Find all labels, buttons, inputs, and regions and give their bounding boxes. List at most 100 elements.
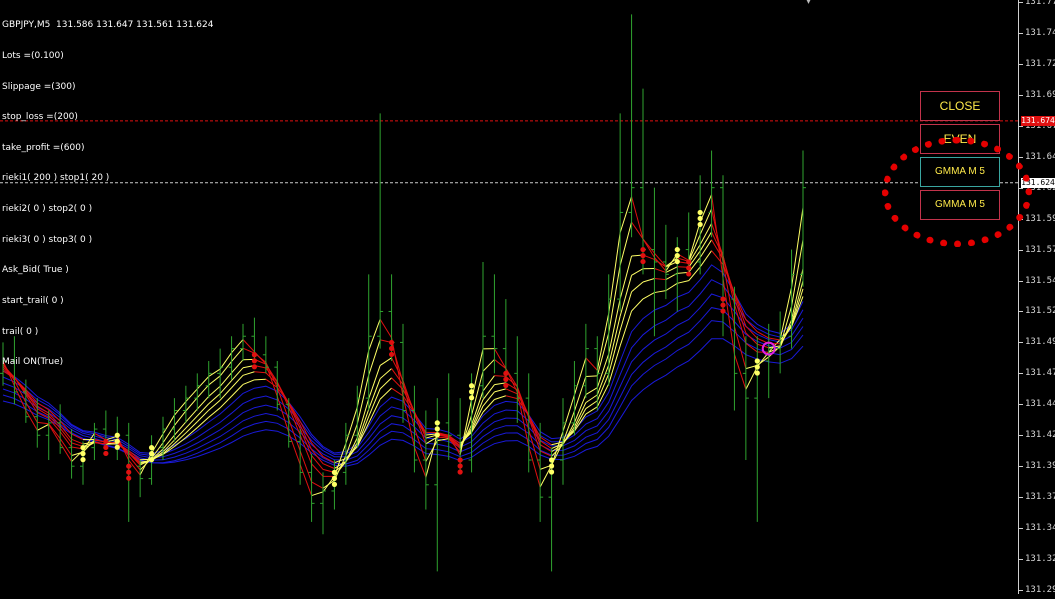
price-tick-mark: [1019, 2, 1023, 3]
price-tick-label: 131.370: [1025, 492, 1055, 502]
gmma-short-segment: [414, 447, 425, 477]
signal-dot: [675, 253, 680, 258]
price-tick-mark: [1019, 126, 1023, 127]
price-tick-label: 131.570: [1025, 245, 1055, 255]
price-tick-mark: [1019, 157, 1023, 158]
gmma-short-segment: [609, 299, 620, 354]
price-tick-label: 131.395: [1025, 461, 1055, 471]
gmma-short-segment: [632, 269, 643, 276]
gmma-short-segment: [243, 348, 254, 353]
gmma-short-segment: [586, 388, 597, 395]
signal-dot: [686, 265, 691, 270]
gmma-short-segment: [37, 422, 48, 423]
gmma-short-segment: [49, 424, 60, 443]
gmma-short-segment: [632, 222, 643, 239]
gmma-short-segment: [380, 388, 391, 399]
gmma-short-segment: [26, 411, 37, 431]
price-tick-mark: [1019, 342, 1023, 343]
price-tick-mark: [1019, 466, 1023, 467]
signal-dot: [458, 469, 463, 474]
info-take-profit: take_profit =(600): [2, 143, 213, 153]
gmma-short-segment: [312, 456, 323, 470]
pin-icon[interactable]: ▾: [806, 0, 811, 7]
price-tick-label: 131.445: [1025, 399, 1055, 409]
signal-dot: [720, 308, 725, 313]
price-tick-label: 131.645: [1025, 152, 1055, 162]
signal-dot: [549, 463, 554, 468]
signal-dot: [469, 395, 474, 400]
price-tick-mark: [1019, 188, 1023, 189]
price-tick-label: 131.720: [1025, 59, 1055, 69]
gmma-short-segment: [300, 464, 311, 495]
signal-dot: [686, 259, 691, 264]
info-stop-loss: stop_loss =(200): [2, 112, 213, 122]
gmma-short-segment: [163, 425, 174, 442]
gmma-short-segment: [220, 373, 231, 386]
gmma-short-segment: [700, 251, 711, 267]
gmma-short-segment: [483, 385, 494, 400]
gmma-short-segment: [403, 389, 414, 411]
gmma-short-segment: [323, 457, 334, 463]
gmma-short-segment: [243, 340, 254, 352]
info-ask-bid: Ask_Bid( True ): [2, 265, 213, 275]
info-lots: Lots =(0.100): [2, 51, 213, 61]
signal-dot: [252, 352, 257, 357]
price-tick-mark: [1019, 64, 1023, 65]
price-tick-mark: [1019, 33, 1023, 34]
gmma-short-segment: [37, 403, 48, 410]
price-tick-label: 131.745: [1025, 28, 1055, 38]
gmma-short-segment: [632, 299, 643, 311]
signal-dot: [103, 439, 108, 444]
gmma-short-segment: [380, 319, 391, 338]
gmma-sell-button[interactable]: GMMA M 5: [920, 190, 1000, 220]
info-rieki2: rieki2( 0 ) stop2( 0 ): [2, 204, 213, 214]
gmma-short-segment: [746, 367, 757, 390]
signal-dot: [103, 445, 108, 450]
signal-dot: [755, 364, 760, 369]
even-button[interactable]: EVEN: [920, 124, 1000, 154]
gmma-short-segment: [632, 197, 643, 239]
gmma-short-segment: [494, 376, 505, 377]
symbol-header: GBPJPY,M5 131.586 131.647 131.561 131.62…: [2, 20, 213, 30]
signal-dot: [698, 210, 703, 215]
gmma-short-segment: [586, 358, 597, 370]
close-button[interactable]: CLOSE: [920, 91, 1000, 121]
gmma-buy-button[interactable]: GMMA M 5: [920, 157, 1000, 187]
signal-dot: [435, 426, 440, 431]
gmma-short-segment: [483, 359, 494, 371]
signal-dot: [80, 451, 85, 456]
gmma-short-segment: [186, 409, 197, 422]
gmma-short-segment: [746, 333, 757, 344]
gmma-short-segment: [346, 407, 357, 443]
price-tick-label: 131.695: [1025, 90, 1055, 100]
signal-dot: [252, 364, 257, 369]
gmma-short-segment: [197, 404, 208, 416]
gmma-short-segment: [243, 380, 254, 385]
gmma-short-segment: [494, 359, 505, 368]
signal-dot: [698, 222, 703, 227]
gmma-short-segment: [643, 279, 654, 282]
signal-dot: [469, 389, 474, 394]
info-rieki3: rieki3( 0 ) stop3( 0 ): [2, 235, 213, 245]
gmma-short-segment: [380, 378, 391, 389]
signal-dot: [698, 216, 703, 221]
price-axis[interactable]: 131.770131.745131.720131.695131.670131.6…: [1018, 0, 1055, 594]
gmma-short-segment: [632, 282, 643, 292]
price-tick-label: 131.520: [1025, 306, 1055, 316]
gmma-short-segment: [312, 492, 323, 496]
signal-dot: [435, 432, 440, 437]
signal-dot: [503, 383, 508, 388]
gmma-short-segment: [529, 446, 540, 487]
info-slippage: Slippage =(300): [2, 82, 213, 92]
gmma-short-segment: [37, 424, 48, 430]
signal-dot: [469, 383, 474, 388]
gmma-short-segment: [380, 369, 391, 379]
signal-dot: [252, 358, 257, 363]
gmma-short-segment: [586, 376, 597, 377]
signal-dot: [755, 358, 760, 363]
signal-dot: [126, 464, 131, 469]
price-tick-mark: [1019, 95, 1023, 96]
signal-dot: [126, 476, 131, 481]
signal-dot: [435, 420, 440, 425]
info-trail: trail( 0 ): [2, 327, 213, 337]
